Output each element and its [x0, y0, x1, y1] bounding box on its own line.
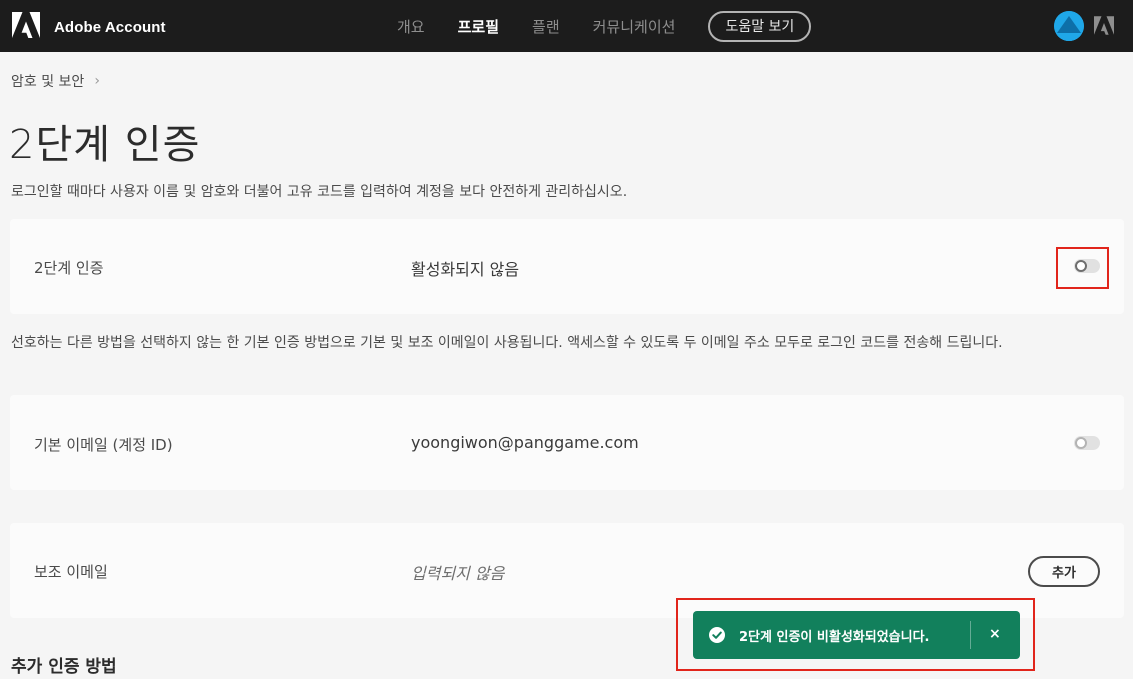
- secondary-email-value: 입력되지 않음: [411, 564, 505, 583]
- breadcrumb: 암호 및 보안 ›: [11, 71, 100, 91]
- add-secondary-email-button[interactable]: 추가: [1028, 556, 1100, 587]
- chevron-right-icon: ›: [94, 73, 100, 89]
- primary-email-label: 기본 이메일 (계정 ID): [34, 436, 173, 454]
- nav-plans[interactable]: 플랜: [532, 16, 560, 37]
- primary-email-toggle[interactable]: [1074, 436, 1100, 450]
- two-step-card: 2단계 인증 활성화되지 않음: [10, 219, 1124, 314]
- page-description: 로그인할 때마다 사용자 이름 및 암호와 더불어 고유 코드를 입력하여 계정…: [11, 184, 628, 200]
- brand[interactable]: Adobe Account: [12, 12, 166, 42]
- email-notice: 선호하는 다른 방법을 선택하지 않는 한 기본 인증 방법으로 기본 및 보조…: [11, 335, 1003, 351]
- page-title: 2단계 인증: [9, 122, 201, 168]
- help-button[interactable]: 도움말 보기: [708, 10, 812, 42]
- brand-name: Adobe Account: [54, 18, 166, 36]
- adobe-logo-icon: [12, 12, 40, 42]
- secondary-email-label: 보조 이메일: [34, 563, 108, 581]
- nav-overview[interactable]: 개요: [397, 16, 425, 37]
- two-step-status: 활성화되지 않음: [411, 260, 520, 279]
- nav-profile[interactable]: 프로필: [458, 16, 499, 37]
- highlight-box: [1056, 247, 1109, 289]
- main-nav: 개요 프로필 플랜 커뮤니케이션 도움말 보기: [397, 0, 812, 52]
- user-avatar[interactable]: [1054, 11, 1084, 41]
- nav-communications[interactable]: 커뮤니케이션: [593, 16, 676, 37]
- top-navigation-bar: Adobe Account 개요 프로필 플랜 커뮤니케이션 도움말 보기: [0, 0, 1133, 52]
- additional-methods-heading: 추가 인증 방법: [11, 657, 117, 677]
- breadcrumb-link-security[interactable]: 암호 및 보안: [11, 71, 84, 91]
- two-step-label: 2단계 인증: [34, 259, 104, 277]
- highlight-box: [676, 598, 1035, 671]
- primary-email-value: yoongiwon@panggame.com: [411, 433, 639, 452]
- toggle-knob: [1075, 437, 1087, 449]
- primary-email-card: 기본 이메일 (계정 ID) yoongiwon@panggame.com: [10, 395, 1124, 490]
- adobe-app-logo-icon[interactable]: [1094, 15, 1114, 40]
